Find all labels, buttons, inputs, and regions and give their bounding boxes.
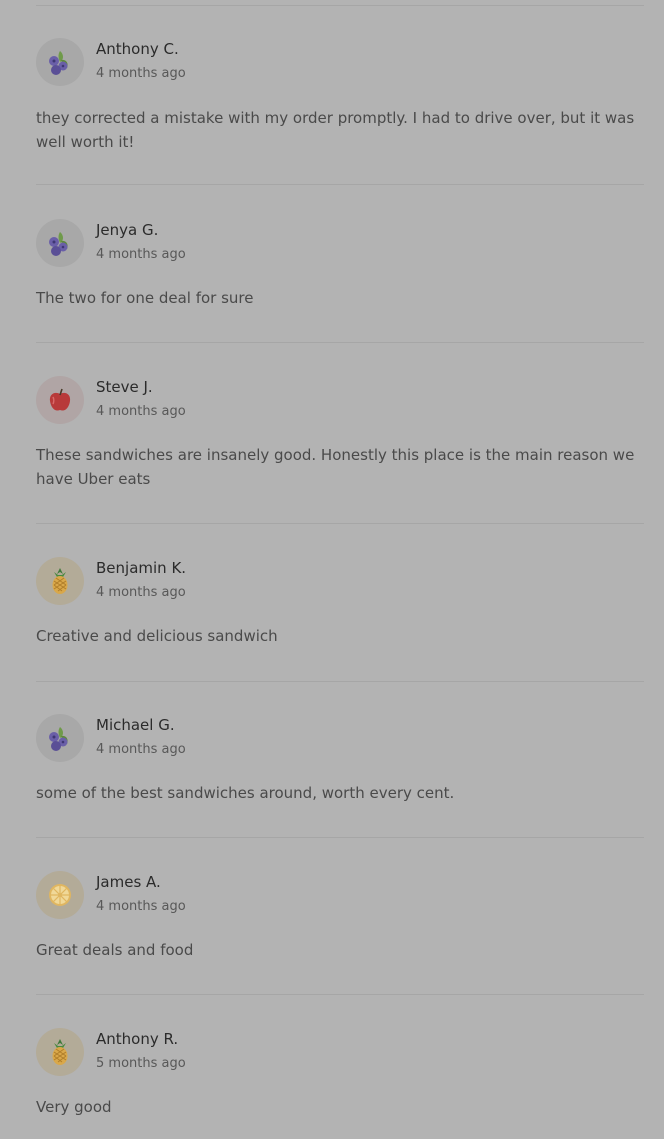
reviewer-name: Michael G. bbox=[96, 716, 175, 734]
review-date: 4 months ago bbox=[96, 66, 186, 81]
divider bbox=[36, 681, 644, 682]
divider bbox=[36, 837, 644, 838]
blueberry-icon bbox=[49, 232, 68, 256]
reviewer-name: Jenya G. bbox=[96, 221, 159, 239]
divider bbox=[36, 994, 644, 995]
blueberry-icon bbox=[49, 727, 68, 751]
avatar bbox=[36, 557, 84, 605]
divider bbox=[36, 184, 644, 185]
review-text: Very good bbox=[36, 1098, 112, 1116]
blueberry-icon bbox=[49, 51, 68, 75]
avatar bbox=[36, 871, 84, 919]
apple-icon bbox=[49, 388, 71, 411]
reviewer-name: Benjamin K. bbox=[96, 559, 187, 577]
avatar bbox=[36, 38, 84, 86]
review-date: 4 months ago bbox=[96, 585, 186, 600]
divider bbox=[36, 523, 644, 524]
pineapple-icon bbox=[52, 568, 68, 594]
review-text: some of the best sandwiches around, wort… bbox=[36, 784, 455, 802]
avatar bbox=[36, 376, 84, 424]
pineapple-icon bbox=[52, 1039, 68, 1065]
avatar bbox=[36, 1028, 84, 1076]
review-text: they corrected a mistake with my order p… bbox=[36, 109, 635, 151]
review-date: 4 months ago bbox=[96, 899, 186, 914]
avatar bbox=[36, 714, 84, 762]
review-text: These sandwiches are insanely good. Hone… bbox=[36, 446, 635, 488]
reviewer-name: Anthony R. bbox=[96, 1030, 179, 1048]
review-text: Great deals and food bbox=[36, 941, 194, 959]
reviews-page: Anthony C. 4 months ago they corrected a… bbox=[0, 0, 664, 1139]
reviewer-name: Anthony C. bbox=[96, 40, 179, 58]
reviewer-name: Steve J. bbox=[96, 378, 153, 396]
review-date: 4 months ago bbox=[96, 742, 186, 757]
reviewer-name: James A. bbox=[96, 873, 161, 891]
divider bbox=[36, 342, 644, 343]
divider bbox=[36, 5, 644, 6]
review-date: 4 months ago bbox=[96, 404, 186, 419]
review-date: 4 months ago bbox=[96, 247, 186, 262]
avatar bbox=[36, 219, 84, 267]
review-text: The two for one deal for sure bbox=[36, 289, 254, 307]
review-date: 5 months ago bbox=[96, 1056, 186, 1071]
citrus-slice-icon bbox=[49, 884, 71, 906]
review-text: Creative and delicious sandwich bbox=[36, 627, 278, 645]
